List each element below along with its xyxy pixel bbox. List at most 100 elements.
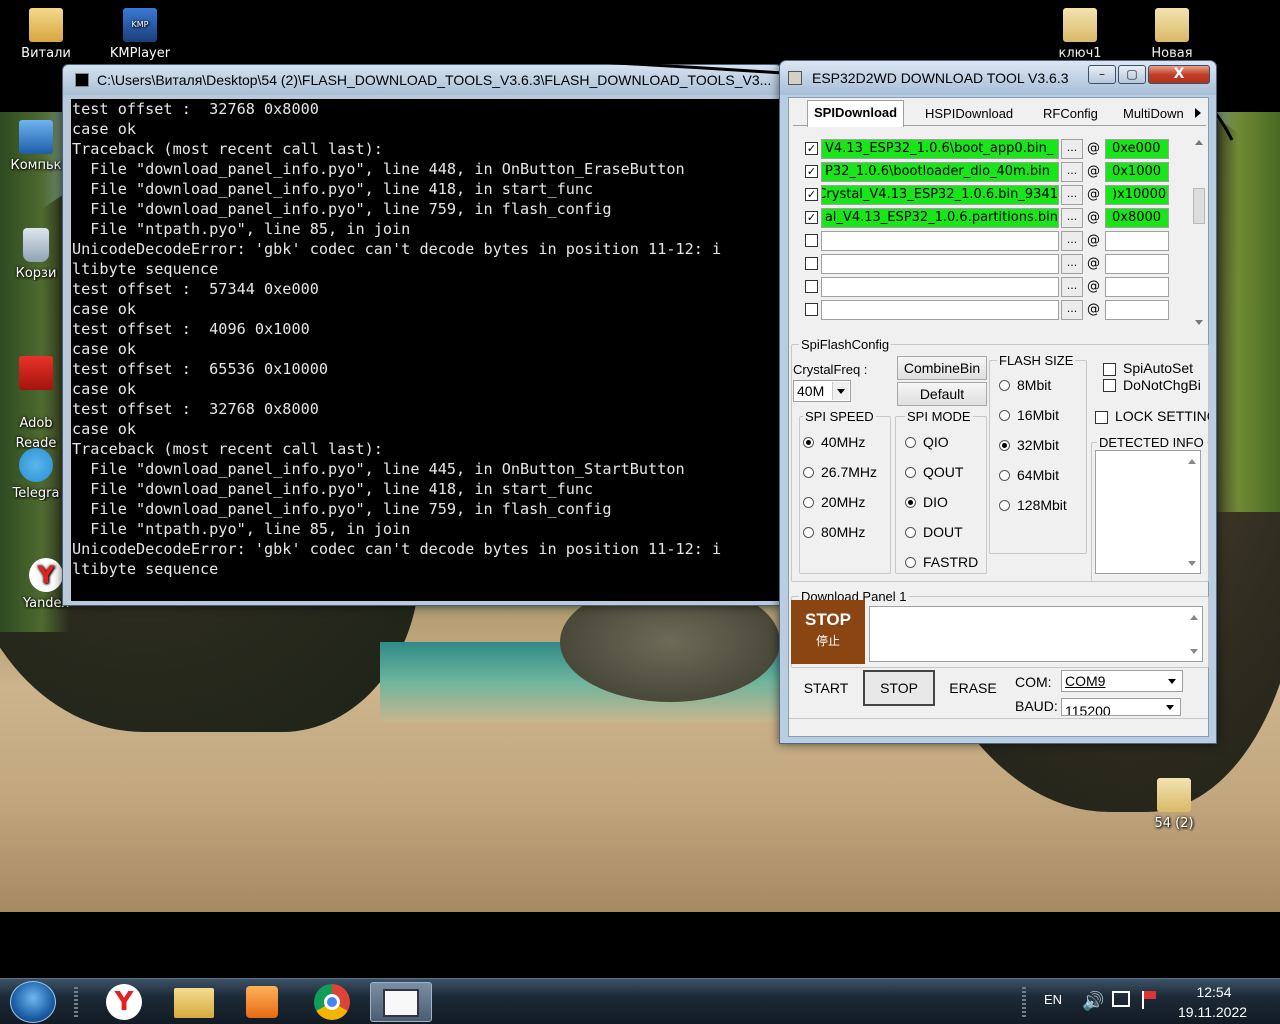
taskbar-explorer[interactable]	[166, 982, 222, 1022]
file-path-input[interactable]	[821, 300, 1059, 320]
file-row: ... @	[789, 276, 1194, 298]
browse-file-button[interactable]: ...	[1061, 208, 1083, 228]
close-button[interactable]: X	[1148, 65, 1210, 84]
esp-titlebar[interactable]: ESP32D2WD DOWNLOAD TOOL V3.6.3 – ▢ X	[780, 61, 1216, 95]
start-button[interactable]: START	[791, 670, 861, 706]
file-enable-checkbox[interactable]: ✓	[805, 211, 818, 224]
browse-file-button[interactable]: ...	[1061, 254, 1083, 274]
file-enable-checkbox[interactable]: ✓	[805, 165, 818, 178]
stop-button[interactable]: STOP	[863, 670, 935, 706]
scroll-down-icon[interactable]	[1188, 561, 1196, 566]
desktop-icon-kmplayer[interactable]: KMP KMPlayer	[100, 8, 180, 61]
radio-button[interactable]	[803, 467, 814, 478]
radio-button[interactable]	[803, 527, 814, 538]
scroll-thumb[interactable]	[1193, 188, 1205, 224]
radio-button[interactable]	[803, 497, 814, 508]
file-path-input[interactable]: P32_1.0.6\bootloader_dio_40m.bin	[821, 162, 1059, 182]
tab-multidown[interactable]: MultiDown	[1117, 104, 1197, 126]
file-enable-checkbox[interactable]	[805, 303, 818, 316]
baud-rate-select[interactable]: 115200	[1061, 698, 1181, 716]
file-enable-checkbox[interactable]: ✓	[805, 188, 818, 201]
network-icon[interactable]	[1112, 991, 1130, 1007]
radio-button[interactable]	[999, 500, 1010, 511]
tab-scroll-right-icon[interactable]	[1195, 108, 1201, 118]
radio-button[interactable]	[905, 437, 916, 448]
tab-hspidownload[interactable]: HSPIDownload	[919, 104, 1019, 126]
console-output[interactable]: test offset : 32768 0x8000 case ok Trace…	[71, 99, 783, 601]
download-log-textbox[interactable]	[869, 606, 1203, 662]
flash-address-input[interactable]	[1105, 254, 1169, 274]
flash-address-input[interactable]	[1105, 300, 1169, 320]
crystal-freq-select[interactable]: 40M	[793, 380, 851, 402]
radio-button[interactable]	[803, 437, 814, 448]
radio-button[interactable]	[999, 380, 1010, 391]
start-orb-icon[interactable]	[10, 981, 56, 1023]
taskbar-grip[interactable]	[74, 987, 78, 1017]
browse-file-button[interactable]: ...	[1061, 185, 1083, 205]
flash-address-input[interactable]: 0x1000	[1105, 162, 1169, 182]
minimize-button[interactable]: –	[1088, 65, 1116, 84]
clock-date[interactable]: 19.11.2022	[1178, 1004, 1247, 1020]
radio-button[interactable]	[905, 467, 916, 478]
file-enable-checkbox[interactable]	[805, 257, 818, 270]
esp-download-tool-window[interactable]: ESP32D2WD DOWNLOAD TOOL V3.6.3 – ▢ X SPI…	[779, 60, 1217, 744]
scroll-up-icon[interactable]	[1195, 140, 1203, 145]
esp-app-icon	[788, 71, 802, 85]
file-row: ... @	[789, 253, 1194, 275]
desktop-icon-user[interactable]: Витали	[6, 8, 86, 61]
action-center-flag-icon[interactable]	[1142, 991, 1158, 1009]
tab-spidownload[interactable]: SPIDownload	[807, 100, 905, 127]
combinebin-button[interactable]: CombineBin	[897, 356, 987, 380]
com-port-select[interactable]: COM9	[1061, 670, 1183, 692]
donotchgbin-checkbox[interactable]	[1103, 379, 1116, 392]
radio-button[interactable]	[905, 557, 916, 568]
flash-address-input[interactable]: 0xe000	[1105, 139, 1169, 159]
file-path-input[interactable]: _V4.13_ESP32_1.0.6\boot_app0.bin	[821, 139, 1059, 159]
language-indicator[interactable]: EN	[1044, 992, 1062, 1007]
radio-button[interactable]	[999, 470, 1010, 481]
flash-address-input[interactable]	[1105, 231, 1169, 251]
browse-file-button[interactable]: ...	[1061, 139, 1083, 159]
file-path-input[interactable]	[821, 254, 1059, 274]
file-enable-checkbox[interactable]	[805, 280, 818, 293]
spiautoset-checkbox[interactable]	[1103, 363, 1116, 376]
taskbar-yandex-browser[interactable]: Y	[96, 982, 152, 1022]
radio-button[interactable]	[905, 497, 916, 508]
detected-info-textbox[interactable]	[1095, 450, 1201, 574]
file-path-input[interactable]	[821, 231, 1059, 251]
file-path-input[interactable]: al_V4.13_ESP32_1.0.6.partitions.bin	[821, 208, 1059, 228]
radio-label: DIO	[923, 494, 948, 510]
radio-button[interactable]	[999, 440, 1010, 451]
file-enable-checkbox[interactable]	[805, 234, 818, 247]
flash-address-input[interactable]	[1105, 277, 1169, 297]
file-path-input[interactable]: 9341_Crystal_V4.13_ESP32_1.0.6.bin	[821, 185, 1059, 205]
taskbar-chrome[interactable]	[304, 982, 360, 1022]
lock-settings-checkbox[interactable]	[1095, 411, 1108, 424]
file-path-input[interactable]	[821, 277, 1059, 297]
browse-file-button[interactable]: ...	[1061, 300, 1083, 320]
taskbar-cmd[interactable]	[370, 982, 432, 1022]
taskbar-media-player[interactable]	[234, 982, 290, 1022]
flash-address-input[interactable]: )x10000	[1105, 185, 1169, 205]
radio-button[interactable]	[905, 527, 916, 538]
scroll-up-icon[interactable]	[1190, 615, 1198, 620]
scroll-down-icon[interactable]	[1190, 649, 1198, 654]
volume-icon[interactable]: 🔊	[1082, 991, 1104, 1012]
browse-file-button[interactable]: ...	[1061, 231, 1083, 251]
chevron-down-icon	[832, 382, 849, 400]
default-button[interactable]: Default	[897, 382, 987, 406]
maximize-button[interactable]: ▢	[1118, 65, 1146, 84]
file-enable-checkbox[interactable]: ✓	[805, 142, 818, 155]
flash-address-input[interactable]: 0x8000	[1105, 208, 1169, 228]
radio-button[interactable]	[999, 410, 1010, 421]
browse-file-button[interactable]: ...	[1061, 162, 1083, 182]
file-list-scrollbar[interactable]	[1191, 136, 1207, 330]
scroll-down-icon[interactable]	[1195, 320, 1203, 325]
tray-grip[interactable]	[1022, 987, 1026, 1017]
tab-rfconfig[interactable]: RFConfig	[1037, 104, 1104, 126]
desktop-icon-folder-54[interactable]: 54 (2)	[1134, 778, 1214, 831]
erase-button[interactable]: ERASE	[937, 670, 1009, 706]
browse-file-button[interactable]: ...	[1061, 277, 1083, 297]
scroll-up-icon[interactable]	[1188, 459, 1196, 464]
clock-time[interactable]: 12:54	[1184, 984, 1244, 1000]
